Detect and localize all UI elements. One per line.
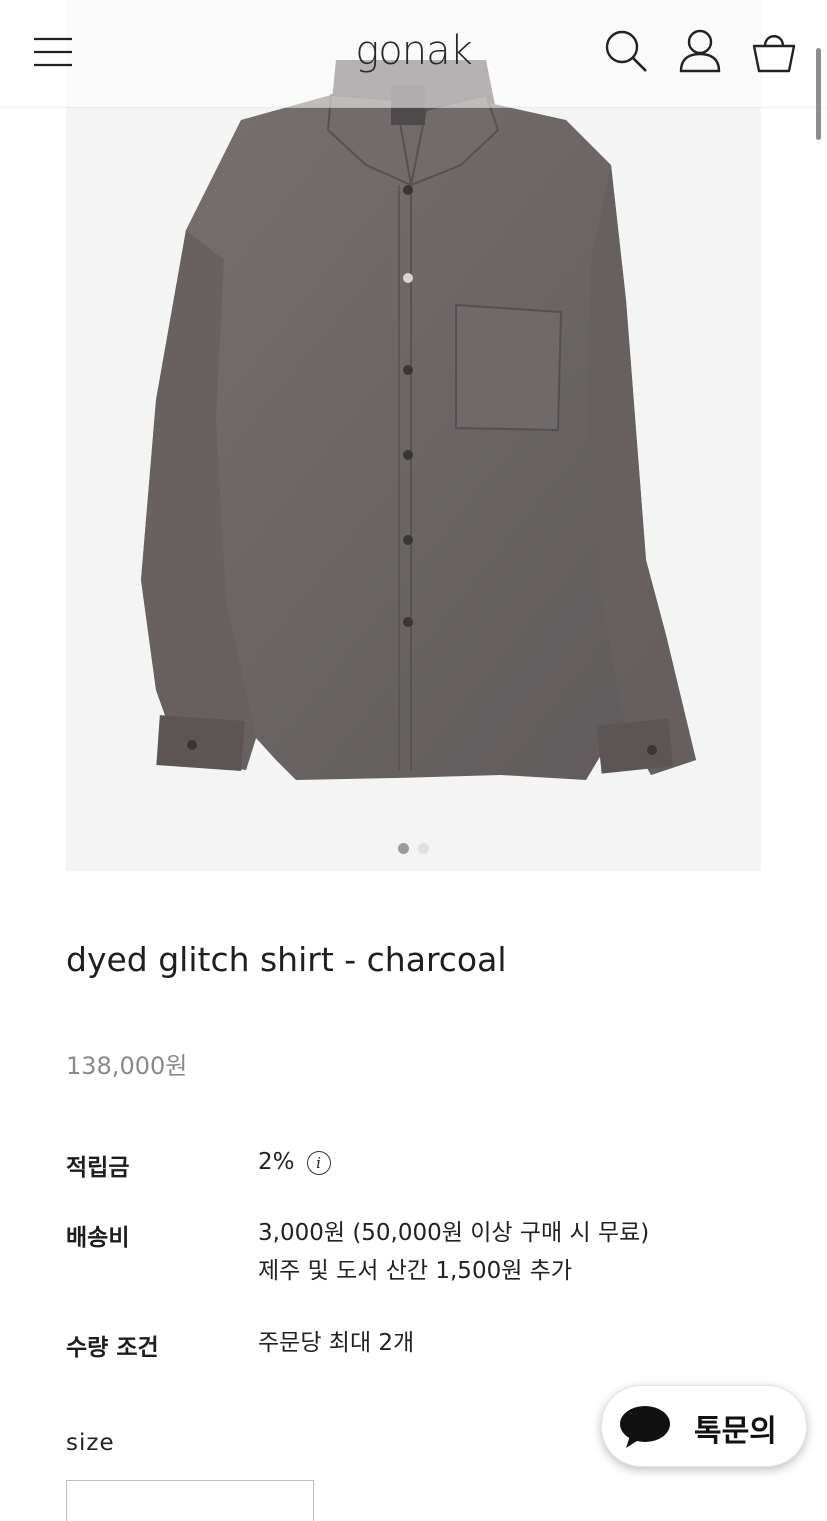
shirt-illustration bbox=[141, 60, 696, 780]
product-image[interactable] bbox=[66, 0, 761, 871]
points-value-wrap: 2% i bbox=[258, 1143, 331, 1181]
carousel-dot-2[interactable] bbox=[418, 843, 429, 854]
chat-bubble-icon bbox=[620, 1406, 670, 1448]
points-value: 2% bbox=[258, 1149, 295, 1175]
chat-label: 톡문의 bbox=[694, 1414, 777, 1449]
search-icon[interactable] bbox=[603, 28, 649, 78]
shipping-value: 3,000원 (50,000원 이상 구매 시 무료) 제주 및 도서 산간 1… bbox=[258, 1214, 649, 1290]
site-header: gonak bbox=[0, 0, 827, 108]
shipping-fee: 3,000원 (50,000원 이상 구매 시 무료) bbox=[258, 1220, 650, 1246]
shipping-extra: 제주 및 도서 산간 1,500원 추가 bbox=[258, 1258, 572, 1284]
product-title: dyed glitch shirt - charcoal bbox=[66, 940, 507, 979]
info-icon[interactable]: i bbox=[306, 1151, 331, 1175]
points-label: 적립금 bbox=[66, 1155, 130, 1181]
page-scrollbar[interactable] bbox=[816, 48, 821, 140]
cart-icon[interactable] bbox=[751, 28, 797, 78]
quantity-label: 수량 조건 bbox=[66, 1335, 159, 1361]
size-label: size bbox=[66, 1430, 115, 1456]
size-select[interactable] bbox=[66, 1480, 314, 1521]
carousel-dot-1[interactable] bbox=[398, 843, 409, 854]
quantity-value: 주문당 최대 2개 bbox=[258, 1330, 415, 1356]
shipping-label: 배송비 bbox=[66, 1225, 130, 1251]
user-icon[interactable] bbox=[678, 28, 722, 78]
kakao-chat-button[interactable]: 톡문의 bbox=[601, 1385, 807, 1467]
carousel-dots bbox=[66, 843, 761, 854]
product-price: 138,000원 bbox=[66, 1052, 188, 1080]
